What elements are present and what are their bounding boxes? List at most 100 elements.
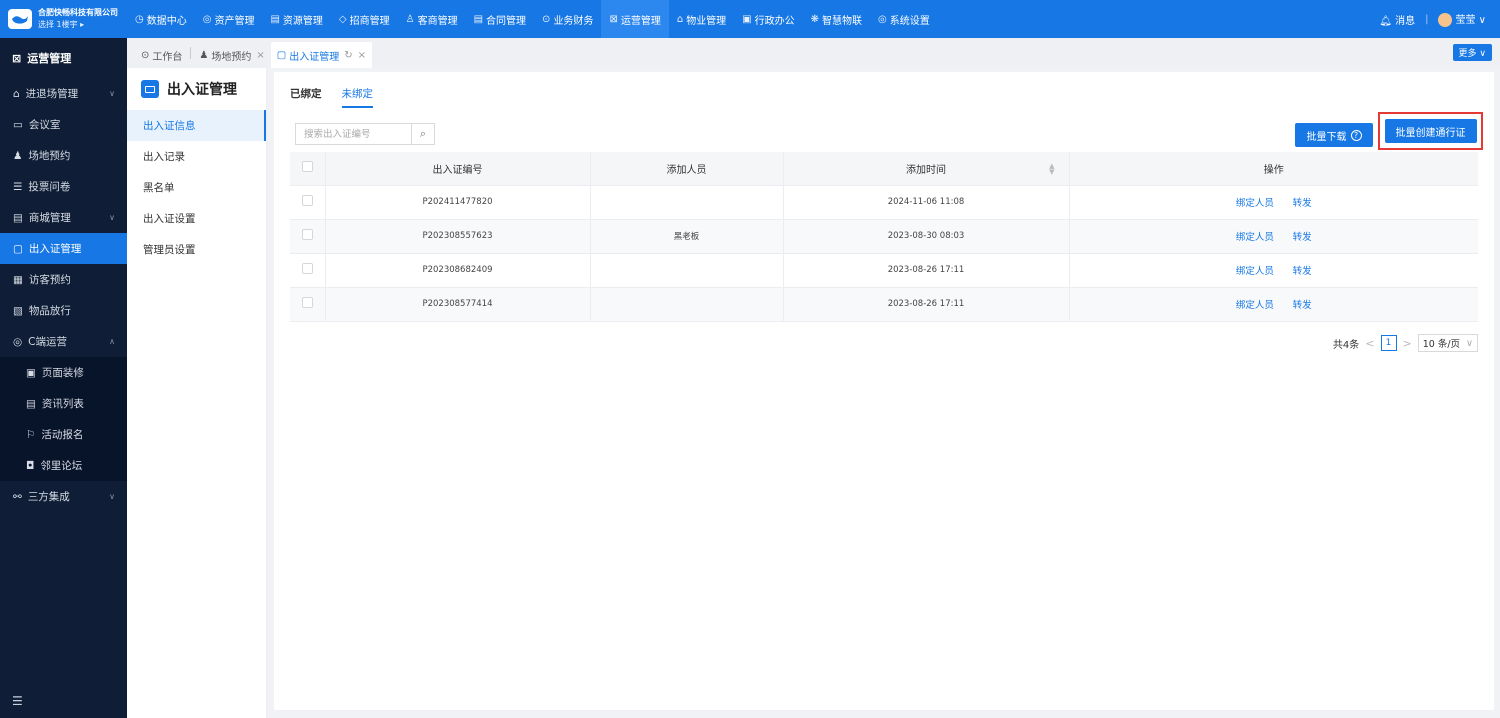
row-checkbox[interactable] <box>301 229 313 240</box>
sidebar-icon: ⌂ <box>13 87 20 100</box>
row-actions: 绑定人员 转发 <box>1069 287 1478 322</box>
secondary-menu-item[interactable]: 黑名单 <box>127 172 266 203</box>
top-nav-item[interactable]: ◎ 系统设置 <box>870 0 938 38</box>
sidebar-item[interactable]: ⌂ 进退场管理 ∨ <box>0 78 127 109</box>
sidebar-icon: ☰ <box>13 180 23 193</box>
search-input[interactable] <box>296 124 411 144</box>
select-all-checkbox[interactable] <box>301 161 313 173</box>
column-header-time[interactable]: 添加时间 ▲ ▼ <box>783 152 1070 186</box>
row-actions: 绑定人员 转发 <box>1069 253 1478 288</box>
nav-icon: ❋ <box>810 13 820 25</box>
total-count: 共4条 <box>1332 339 1360 351</box>
prev-page-icon[interactable]: < <box>1365 337 1374 350</box>
next-page-icon[interactable]: > <box>1403 337 1412 350</box>
top-nav-item[interactable]: ◷ 数据中心 <box>127 0 195 38</box>
sidebar-icon: ▦ <box>13 273 23 286</box>
bind-person-link[interactable]: 绑定人员 <box>1236 266 1274 277</box>
select-all-cell <box>290 152 326 186</box>
sidebar-item[interactable]: ▢ 出入证管理 <box>0 233 127 264</box>
more-tabs-button[interactable]: 更多 ∨ <box>1452 44 1492 61</box>
sidebar-icon: ▣ <box>26 366 36 379</box>
button-label: 批量下载 <box>1306 131 1347 143</box>
nav-icon: ◎ <box>878 13 887 25</box>
secondary-menu-item[interactable]: 出入证设置 <box>127 203 266 234</box>
binding-tabs: 已绑定 未绑定 <box>290 86 373 108</box>
sidebar-subitem[interactable]: ▣ 页面装修 <box>0 357 127 388</box>
top-nav-item[interactable]: ⊠ 运营管理 <box>601 0 669 38</box>
sidebar-item[interactable]: ▧ 物品放行 <box>0 295 127 326</box>
top-nav-item[interactable]: ⊙ 业务财务 <box>534 0 601 38</box>
nav-label: 招商管理 <box>349 15 390 27</box>
bind-person-link[interactable]: 绑定人员 <box>1236 198 1274 209</box>
tab-workbench[interactable]: ⊙ 工作台 <box>135 42 188 68</box>
tab-bound[interactable]: 已绑定 <box>290 86 322 108</box>
nav-icon: ▤ <box>270 13 280 25</box>
messages-link[interactable]: 🔔︎ 消息 <box>1379 12 1415 27</box>
nav-icon: ⊠ <box>609 13 618 25</box>
batch-download-button[interactable]: 批量下载 ? <box>1295 123 1373 147</box>
top-nav-item[interactable]: ⌂ 物业管理 <box>669 0 734 38</box>
nav-label: 资产管理 <box>214 15 255 27</box>
user-menu[interactable]: 莹莹 ∨ <box>1438 11 1486 27</box>
tab-venue-booking[interactable]: ♟ 场地预约 × <box>193 42 270 68</box>
panel-title: 出入证管理 <box>127 68 266 110</box>
sort-icon[interactable]: ▲ ▼ <box>1049 163 1054 176</box>
secondary-menu-item[interactable]: 出入证信息 <box>127 110 266 141</box>
bind-person-link[interactable]: 绑定人员 <box>1236 232 1274 243</box>
refresh-icon[interactable]: ↻ <box>344 50 352 61</box>
top-nav-item[interactable]: ♙ 客商管理 <box>398 0 466 38</box>
sidebar-item[interactable]: ☰ 投票问卷 <box>0 171 127 202</box>
top-nav-item[interactable]: ▤ 合同管理 <box>466 0 534 38</box>
sidebar-item[interactable]: ⚯ 三方集成 ∨ <box>0 481 127 512</box>
row-checkbox[interactable] <box>301 297 313 308</box>
forward-link[interactable]: 转发 <box>1293 300 1312 311</box>
pass-code: P202308682409 <box>325 253 591 288</box>
building-selector[interactable]: 选择 1楼宇 ▸ <box>38 19 118 31</box>
forward-link[interactable]: 转发 <box>1293 266 1312 277</box>
top-nav-item[interactable]: ▤ 资源管理 <box>262 0 330 38</box>
forward-link[interactable]: 转发 <box>1293 198 1312 209</box>
sidebar-icon: ▤ <box>13 211 23 224</box>
help-icon[interactable]: ? <box>1350 129 1362 141</box>
brand-area[interactable]: 合肥快畅科技有限公司 选择 1楼宇 ▸ <box>0 0 127 38</box>
whale-logo-icon <box>8 9 32 29</box>
sidebar-item[interactable]: ▦ 访客预约 <box>0 264 127 295</box>
batch-create-pass-button[interactable]: 批量创建通行证 <box>1384 119 1477 143</box>
top-nav-item[interactable]: ❋ 智慧物联 <box>803 0 870 38</box>
person-icon: ♟ <box>199 49 209 61</box>
row-select-cell <box>290 253 326 288</box>
sidebar-item[interactable]: ▤ 商城管理 ∨ <box>0 202 127 233</box>
row-checkbox[interactable] <box>301 195 313 206</box>
nav-icon: ▤ <box>473 13 484 25</box>
page-size-select[interactable]: 10 条/页 ∨ <box>1417 334 1478 352</box>
sidebar-item[interactable]: ▭ 会议室 <box>0 109 127 140</box>
tab-pass-management[interactable]: ▢ 出入证管理 ↻ × <box>270 42 372 68</box>
sidebar-subitem[interactable]: ◘ 邻里论坛 <box>0 450 127 481</box>
close-icon[interactable]: × <box>256 50 264 61</box>
top-nav-item[interactable]: ◎ 资产管理 <box>195 0 263 38</box>
sidebar-subitem[interactable]: ⚐ 活动报名 <box>0 419 127 450</box>
nav-label: 物业管理 <box>686 15 727 27</box>
row-checkbox[interactable] <box>301 263 313 274</box>
sidebar-item[interactable]: ◎ C端运营 ∧ <box>0 326 127 357</box>
sidebar-label: 邻里论坛 <box>40 460 83 472</box>
table-row: P202308682409 2023-08-26 17:11 绑定人员 转发 <box>290 253 1478 288</box>
card-icon <box>141 80 159 98</box>
tab-unbound[interactable]: 未绑定 <box>341 86 373 108</box>
forward-link[interactable]: 转发 <box>1293 232 1312 243</box>
top-nav-item[interactable]: ▣ 行政办公 <box>734 0 802 38</box>
table-row: P202308557623 黑老板 2023-08-30 08:03 绑定人员 … <box>290 219 1478 254</box>
sidebar-icon: ♟ <box>13 149 23 162</box>
menu-collapse-icon[interactable]: ☰ <box>12 694 23 708</box>
search-icon[interactable]: ⌕ <box>411 124 434 144</box>
secondary-menu-item[interactable]: 管理员设置 <box>127 234 266 265</box>
sidebar-subitem[interactable]: ▤ 资讯列表 <box>0 388 127 419</box>
row-select-cell <box>290 185 326 220</box>
sidebar-item[interactable]: ♟ 场地预约 <box>0 140 127 171</box>
page-number[interactable]: 1 <box>1380 335 1397 351</box>
tab-label: 场地预约 <box>211 51 252 63</box>
secondary-menu-item[interactable]: 出入记录 <box>127 141 266 172</box>
top-nav-item[interactable]: ◇ 招商管理 <box>331 0 398 38</box>
bind-person-link[interactable]: 绑定人员 <box>1236 300 1274 311</box>
close-icon[interactable]: × <box>358 50 366 61</box>
